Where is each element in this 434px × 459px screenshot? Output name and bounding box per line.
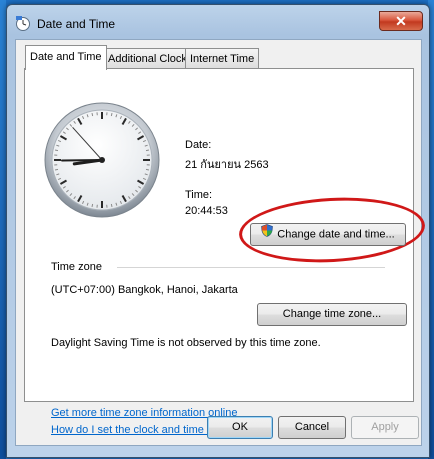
tab-date-and-time[interactable]: Date and Time — [25, 45, 107, 70]
time-zone-section-label: Time zone — [51, 261, 102, 273]
clock-minute-tick — [110, 112, 113, 117]
time-zone-value: (UTC+07:00) Bangkok, Hanoi, Jakarta — [51, 284, 238, 296]
change-date-and-time-label: Change date and time... — [277, 228, 395, 241]
clock-minute-tick — [54, 168, 59, 171]
dst-note: Daylight Saving Time is not observed by … — [51, 337, 321, 349]
clock-minute-tick — [91, 203, 94, 208]
clock-minute-tick — [91, 112, 94, 117]
time-zone-divider — [117, 267, 385, 268]
tab-additional-clocks[interactable]: Additional Clocks — [103, 48, 198, 69]
dialog-body: Date and Time Additional Clocks Internet… — [15, 39, 427, 446]
ok-button[interactable]: OK — [207, 416, 273, 439]
clock-minute-tick — [54, 149, 59, 152]
clock-minute-tick — [145, 168, 150, 171]
close-button[interactable]: ✕ — [379, 11, 423, 31]
date-value: 21 กันยายน 2563 — [185, 159, 269, 171]
title-bar[interactable]: Date and Time ✕ — [7, 5, 429, 39]
close-icon: ✕ — [395, 13, 407, 29]
time-label: Time: — [185, 189, 213, 201]
date-label: Date: — [185, 139, 212, 151]
tab-panel-date-and-time: Date: 21 กันยายน 2563 Time: 20:44:53 Cha… — [24, 68, 427, 436]
change-time-zone-button[interactable]: Change time zone... — [257, 303, 407, 326]
date-time-app-icon — [15, 15, 31, 31]
clock-minute-tick — [110, 203, 113, 208]
window-title: Date and Time — [37, 17, 116, 31]
analog-clock — [43, 101, 161, 219]
apply-button[interactable]: Apply — [351, 416, 419, 439]
date-and-time-dialog: Date and Time ✕ Date and Time Additional… — [6, 4, 430, 458]
cancel-button[interactable]: Cancel — [278, 416, 346, 439]
tab-internet-time[interactable]: Internet Time — [185, 48, 260, 69]
change-date-and-time-button[interactable]: Change date and time... — [250, 223, 406, 246]
clock-minute-tick — [145, 149, 150, 152]
time-value: 20:44:53 — [185, 205, 228, 217]
uac-shield-icon — [261, 224, 274, 245]
